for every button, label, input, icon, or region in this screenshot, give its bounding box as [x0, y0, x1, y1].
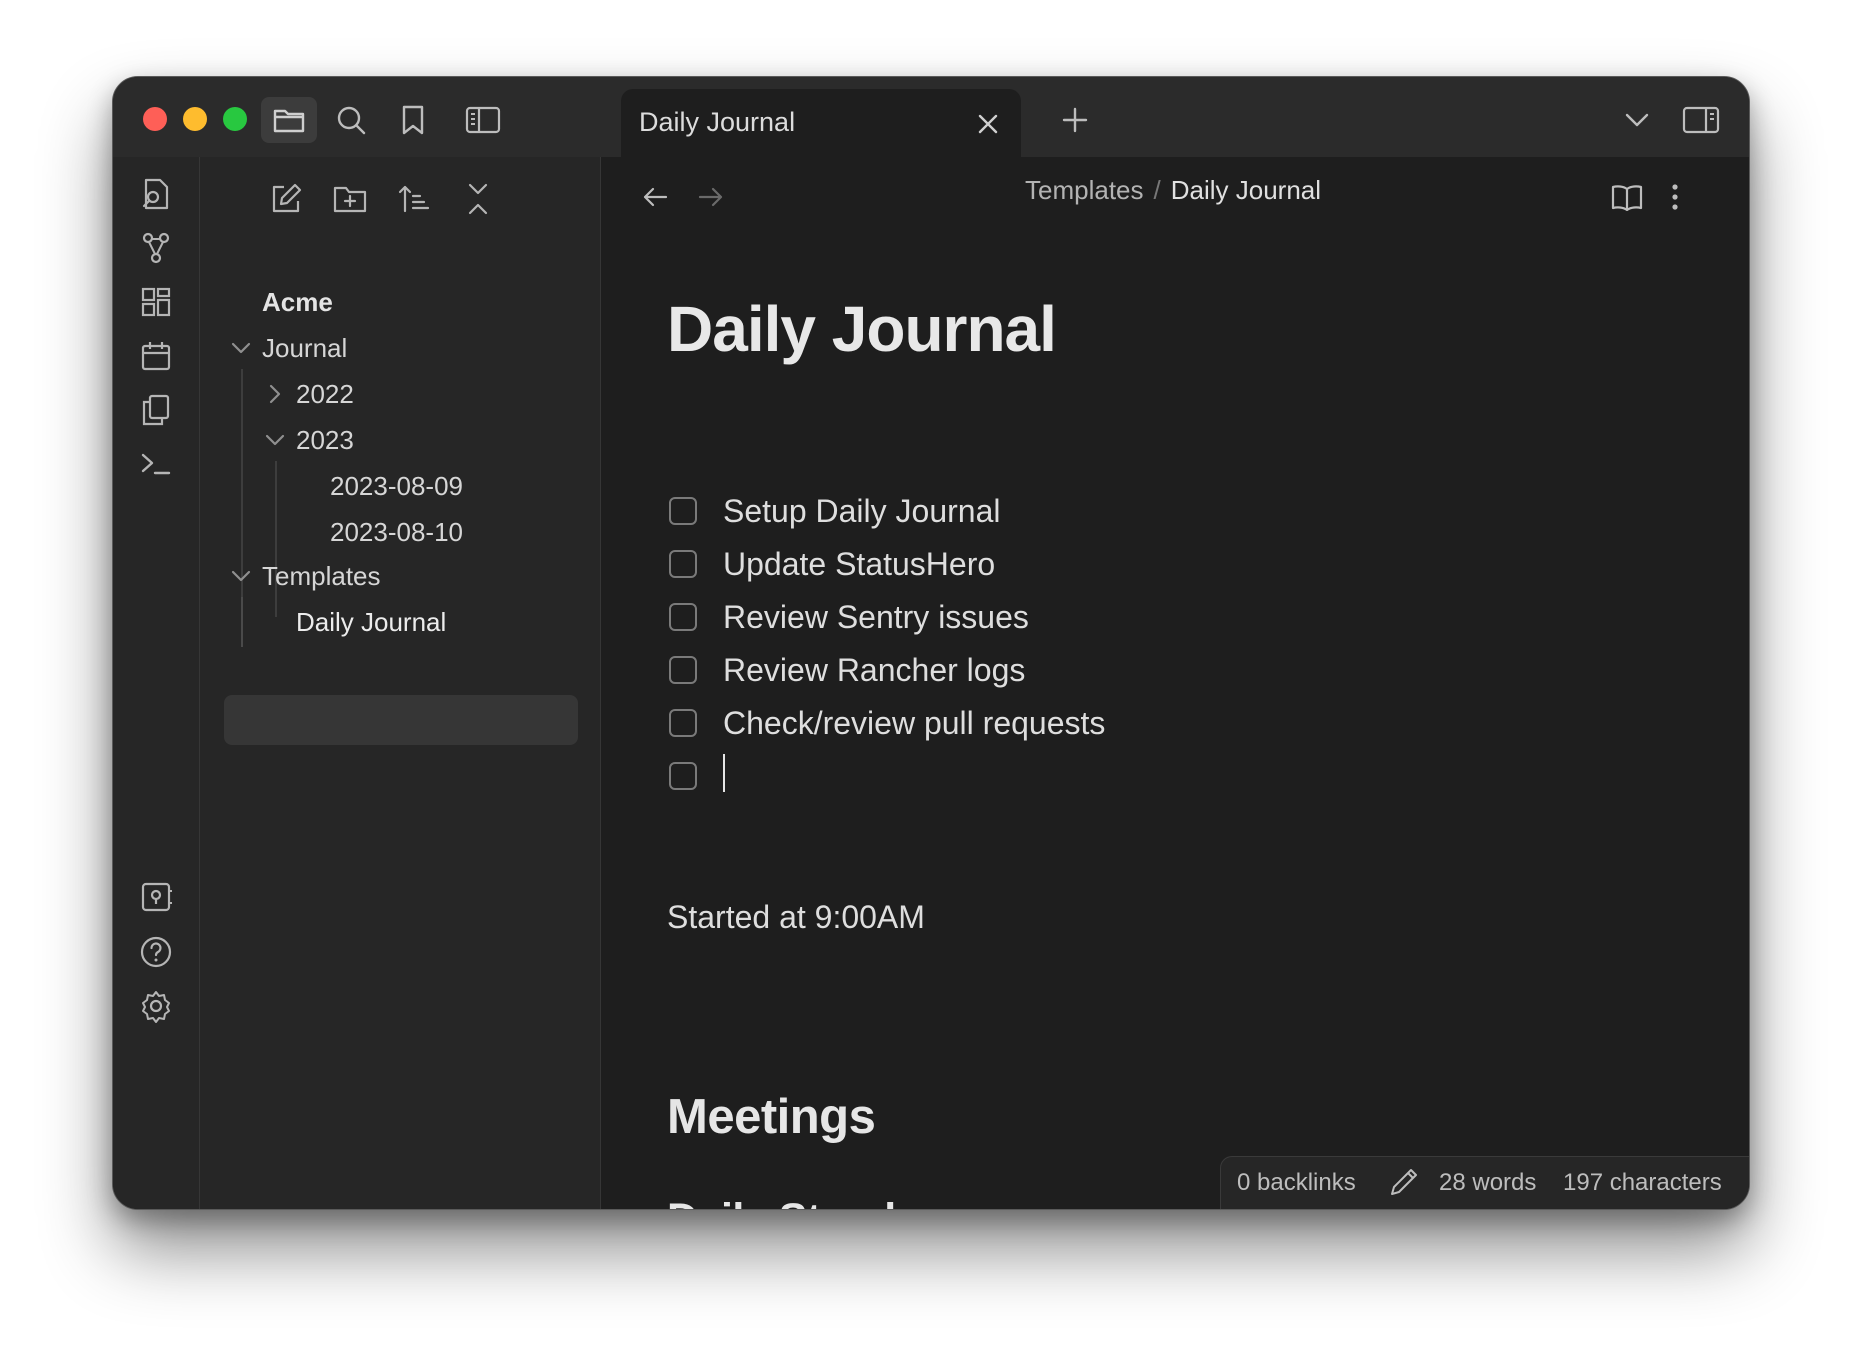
- minimize-window-button[interactable]: [183, 107, 207, 131]
- chevron-right-icon[interactable]: [264, 383, 286, 405]
- breadcrumb-separator: /: [1153, 175, 1161, 205]
- file-2023-08-10[interactable]: 2023-08-10: [330, 517, 463, 548]
- right-sidebar-toggle-icon[interactable]: [1673, 97, 1729, 143]
- new-tab-plus-icon[interactable]: [1047, 97, 1103, 143]
- ribbon: [113, 157, 200, 1209]
- task-label[interactable]: Check/review pull requests: [723, 705, 1105, 742]
- breadcrumb-parent[interactable]: Templates: [1025, 175, 1144, 205]
- selected-file-highlight: [224, 695, 578, 745]
- file-explorer: Acme Journal 2022 2023 2023-08-09 2023-0…: [200, 157, 601, 1209]
- tab-title: Daily Journal: [639, 107, 796, 137]
- note-title[interactable]: Daily Journal: [667, 292, 1057, 366]
- paragraph[interactable]: Started at 9:00AM: [667, 899, 925, 936]
- breadcrumb-current[interactable]: Daily Journal: [1171, 175, 1321, 205]
- calendar-icon[interactable]: [137, 337, 175, 375]
- left-sidebar-toggle-icon[interactable]: [455, 97, 511, 143]
- vault-name: Acme: [262, 287, 333, 317]
- file-daily-journal[interactable]: Daily Journal: [296, 607, 446, 638]
- file-2023-08-09[interactable]: 2023-08-09: [330, 471, 463, 502]
- forward-arrow-icon[interactable]: [691, 177, 731, 217]
- collapse-all-icon[interactable]: [456, 177, 500, 221]
- text-cursor: [723, 754, 725, 792]
- app-window: Daily Journal Acme Journal 2022 2023 202…: [112, 76, 1750, 1210]
- task-checkbox[interactable]: [669, 497, 697, 525]
- chevron-down-icon[interactable]: [264, 429, 286, 451]
- templates-copy-icon[interactable]: [137, 391, 175, 429]
- more-options-icon[interactable]: [1655, 177, 1695, 217]
- heading-meetings[interactable]: Meetings: [667, 1089, 876, 1145]
- task-checkbox[interactable]: [669, 656, 697, 684]
- task-label[interactable]: Setup Daily Journal: [723, 493, 1000, 530]
- task-label[interactable]: Update StatusHero: [723, 546, 995, 583]
- help-icon[interactable]: [137, 933, 175, 971]
- word-count: 28 words: [1439, 1169, 1537, 1196]
- files-view-icon[interactable]: [261, 97, 317, 143]
- close-icon[interactable]: [973, 109, 1003, 139]
- character-count: 197 characters: [1563, 1169, 1722, 1196]
- bookmark-icon[interactable]: [385, 97, 441, 143]
- sort-order-icon[interactable]: [392, 177, 436, 221]
- graph-view-icon[interactable]: [137, 229, 175, 267]
- tab-daily-journal[interactable]: Daily Journal: [621, 89, 1021, 157]
- chevron-down-icon[interactable]: [230, 337, 252, 359]
- task-checkbox[interactable]: [669, 603, 697, 631]
- tree-guide-line: [275, 461, 277, 617]
- search-icon[interactable]: [323, 97, 379, 143]
- quick-switcher-icon[interactable]: [137, 175, 175, 213]
- task-label[interactable]: Review Sentry issues: [723, 599, 1029, 636]
- folder-2022[interactable]: 2022: [296, 379, 354, 410]
- new-note-icon[interactable]: [264, 177, 308, 221]
- task-label[interactable]: Review Rancher logs: [723, 652, 1025, 689]
- heading-daily-standup[interactable]: Daily Stand-up: [667, 1195, 962, 1209]
- terminal-icon[interactable]: [137, 445, 175, 483]
- task-checkbox[interactable]: [669, 709, 697, 737]
- close-window-button[interactable]: [143, 107, 167, 131]
- folder-2023[interactable]: 2023: [296, 425, 354, 456]
- status-bar: 0 backlinks 28 words 197 characters: [1220, 1156, 1749, 1209]
- tree-guide-line: [241, 597, 243, 647]
- backlinks-count[interactable]: 0 backlinks: [1237, 1169, 1356, 1197]
- settings-gear-icon[interactable]: [137, 987, 175, 1025]
- task-checkbox[interactable]: [669, 762, 697, 790]
- tab-list-chevron-down-icon[interactable]: [1609, 97, 1665, 143]
- folder-journal[interactable]: Journal: [262, 333, 347, 364]
- new-folder-icon[interactable]: [328, 177, 372, 221]
- reading-view-book-icon[interactable]: [1607, 177, 1647, 217]
- task-checkbox[interactable]: [669, 550, 697, 578]
- back-arrow-icon[interactable]: [635, 177, 675, 217]
- breadcrumb: Templates / Daily Journal: [1025, 175, 1321, 206]
- canvas-icon[interactable]: [137, 283, 175, 321]
- editor-pane: Templates / Daily Journal Daily Journal Se…: [601, 157, 1749, 1209]
- vault-switcher-icon[interactable]: [137, 879, 175, 917]
- chevron-down-icon[interactable]: [230, 565, 252, 587]
- title-bar: Daily Journal: [113, 77, 1749, 157]
- edit-mode-pencil-icon[interactable]: [1389, 1167, 1419, 1197]
- zoom-window-button[interactable]: [223, 107, 247, 131]
- folder-templates[interactable]: Templates: [262, 561, 381, 592]
